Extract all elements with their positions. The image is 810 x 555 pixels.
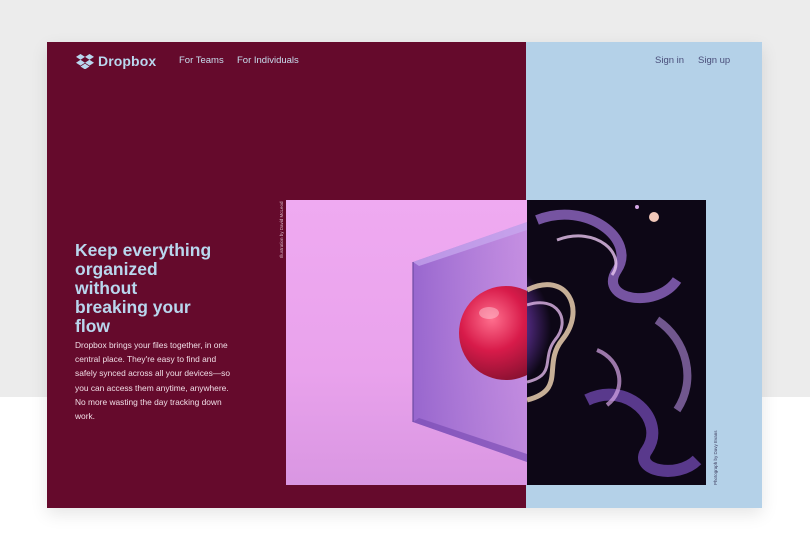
dropbox-logo-icon [76, 53, 94, 69]
headline-line: organized [75, 259, 158, 279]
photograph-image [527, 200, 706, 485]
headline-line: breaking your [75, 297, 191, 317]
sign-up-link[interactable]: Sign up [698, 55, 730, 66]
headline-line: flow [75, 316, 110, 336]
nav-for-teams[interactable]: For Teams [179, 55, 224, 66]
illustration-image [286, 200, 527, 485]
hero-headline: Keep everything organized without breaki… [75, 241, 245, 336]
hero-body-text: Dropbox brings your files together, in o… [75, 340, 231, 422]
headline-line: Keep everything [75, 240, 212, 260]
landing-page-frame: Dropbox For Teams For Individuals Sign i… [47, 42, 762, 508]
illustration-credit: Illustration by David McLeod [279, 201, 284, 258]
sign-in-link[interactable]: Sign in [655, 55, 684, 66]
photograph-credit: Photograph by Davy Evans [713, 430, 718, 485]
brand-name: Dropbox [98, 53, 157, 69]
headline-line: without [75, 278, 138, 298]
dropbox-logo[interactable]: Dropbox [76, 52, 156, 70]
nav-for-individuals[interactable]: For Individuals [237, 55, 299, 66]
